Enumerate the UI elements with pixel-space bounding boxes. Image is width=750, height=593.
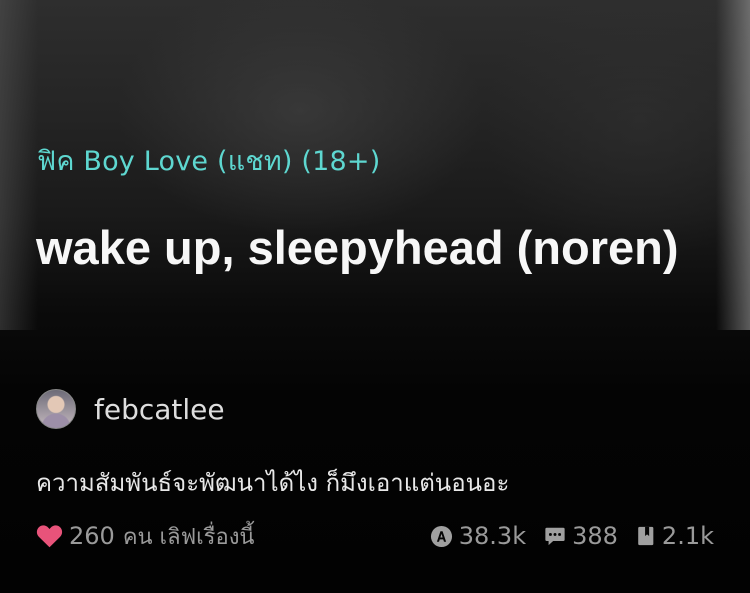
likes-label: คน เลิฟเรื่องนี้	[122, 524, 255, 550]
likes-count: 260	[69, 522, 115, 550]
comment-icon	[545, 527, 565, 546]
views-icon	[430, 525, 452, 547]
author-avatar[interactable]	[36, 389, 76, 429]
author-row[interactable]: febcatlee	[36, 388, 225, 430]
story-counters: 38.3k 388 2.1k	[412, 522, 714, 550]
cover-background	[0, 0, 750, 593]
chapters-stat: 2.1k	[636, 522, 714, 550]
story-description: ความสัมพันธ์จะพัฒนาได้ไง ก็มึงเอาแต่นอนอ…	[36, 469, 510, 497]
story-card[interactable]: ฟิค Boy Love (แชท) (18+) wake up, sleepy…	[0, 0, 750, 593]
heart-icon	[36, 525, 63, 548]
stats-row: 260 คน เลิฟเรื่องนี้ 38.3k 388 2.1k	[36, 518, 714, 554]
views-stat: 38.3k	[430, 522, 526, 550]
cover-background-edge-left	[0, 0, 38, 330]
comments-count: 388	[572, 522, 618, 550]
comments-stat: 388	[544, 522, 618, 550]
views-count: 38.3k	[458, 522, 527, 550]
cover-background-edge-right	[716, 0, 750, 330]
likes-stat: 260 คน เลิฟเรื่องนี้	[36, 519, 254, 554]
story-title[interactable]: wake up, sleepyhead (noren)	[36, 204, 716, 291]
book-icon	[638, 526, 654, 546]
story-category[interactable]: ฟิค Boy Love (แชท) (18+)	[37, 139, 380, 182]
author-name[interactable]: febcatlee	[94, 393, 225, 426]
chapters-count: 2.1k	[661, 522, 714, 550]
